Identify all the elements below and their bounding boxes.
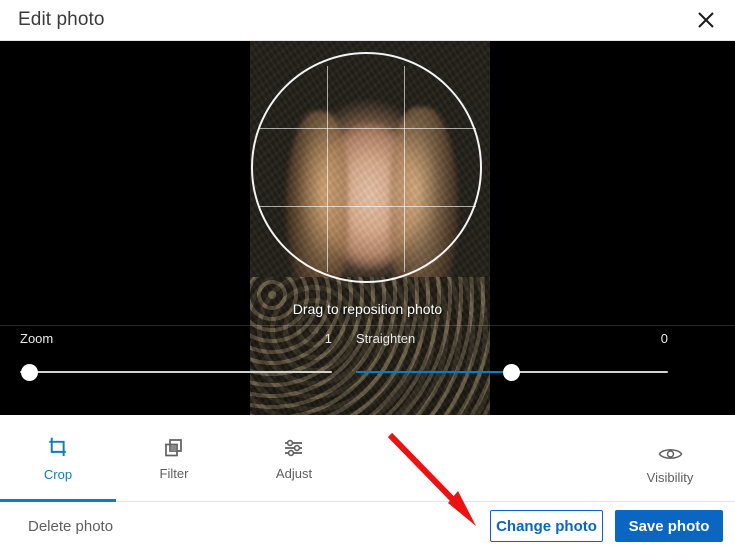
visibility-button[interactable]: Visibility	[615, 415, 725, 501]
zoom-value: 1	[324, 331, 332, 346]
change-photo-button[interactable]: Change photo	[490, 510, 603, 542]
stage-divider	[0, 325, 735, 326]
page-title: Edit photo	[18, 9, 105, 30]
eye-icon	[658, 449, 682, 459]
save-photo-button[interactable]: Save photo	[615, 510, 723, 542]
tab-filter-label: Filter	[159, 465, 189, 481]
tab-filter[interactable]: Filter	[116, 415, 232, 501]
tab-crop-label: Crop	[43, 466, 73, 482]
close-button[interactable]	[687, 2, 725, 38]
tab-crop[interactable]: Crop	[0, 415, 116, 501]
close-icon	[698, 12, 714, 28]
delete-photo-button[interactable]: Delete photo	[28, 518, 113, 535]
straighten-slider-thumb[interactable]	[503, 364, 520, 381]
editor-tabbar: Crop Filter Adjust Visibility	[0, 415, 735, 502]
straighten-value: 0	[660, 331, 668, 346]
dialog-header: Edit photo	[0, 0, 735, 41]
zoom-label: Zoom	[20, 331, 54, 346]
zoom-slider-track[interactable]	[20, 371, 332, 373]
adjust-icon	[285, 439, 302, 456]
visibility-label: Visibility	[646, 470, 694, 485]
filter-icon	[165, 438, 182, 456]
tab-adjust-label: Adjust	[275, 465, 313, 481]
crop-icon	[49, 437, 66, 456]
straighten-slider-fill	[356, 371, 512, 373]
straighten-label: Straighten	[356, 331, 416, 346]
slider-row: Zoom 1 Straighten 0	[0, 331, 735, 415]
zoom-slider-thumb[interactable]	[21, 364, 38, 381]
photo-editor-stage[interactable]: Drag to reposition photo Zoom 1 Straight…	[0, 41, 735, 415]
tab-adjust[interactable]: Adjust	[236, 415, 352, 501]
